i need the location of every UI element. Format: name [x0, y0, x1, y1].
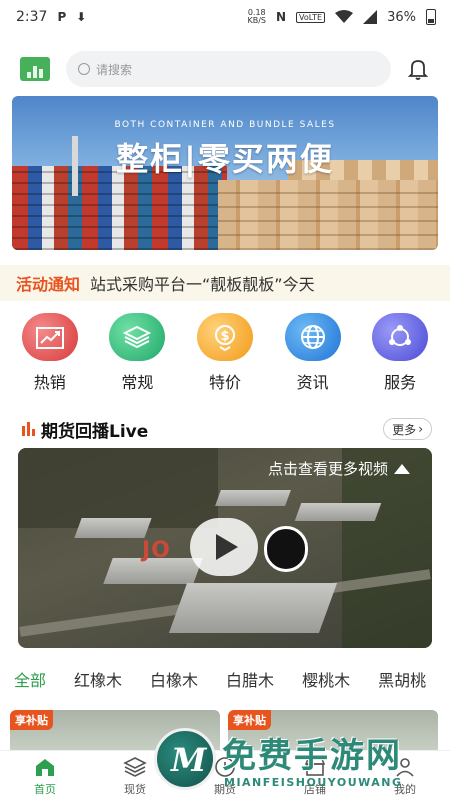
- activity-notice[interactable]: 活动通知 站式采购平台一“靓板靓板”今天: [0, 265, 450, 301]
- tab-red-oak[interactable]: 红橡木: [74, 667, 122, 691]
- live-section-title: 期货回播Live: [41, 421, 149, 442]
- play-button[interactable]: [190, 518, 258, 576]
- share-icon: [389, 325, 412, 346]
- warehouse-roof: [168, 583, 338, 633]
- video-brand-logo-icon: [264, 526, 308, 572]
- chevron-right-icon: ›: [418, 422, 423, 436]
- triangle-up-icon: [394, 463, 410, 474]
- store-icon: [304, 757, 326, 776]
- category-service[interactable]: 服务: [364, 313, 436, 393]
- warehouse-roof: [215, 490, 291, 506]
- network-speed-unit: KB/S: [247, 16, 266, 25]
- product-card[interactable]: 享补贴: [10, 710, 220, 750]
- search-icon: [78, 63, 90, 75]
- tab-white-ash[interactable]: 白腊木: [226, 667, 274, 691]
- banner-title: 整柜|零买两便: [116, 140, 334, 178]
- logo-bars-icon: [27, 66, 43, 78]
- category-regular[interactable]: 常规: [101, 313, 173, 393]
- category-special-price-circle: $: [196, 313, 253, 361]
- nav-store-label: 店铺: [304, 782, 326, 796]
- home-icon: [36, 758, 54, 776]
- clock-icon: [215, 756, 235, 777]
- promo-banner[interactable]: BOTH CONTAINER AND BUNDLE SALES 整柜|零买两便: [12, 96, 438, 250]
- nfc-icon: N: [276, 10, 287, 24]
- nav-home[interactable]: 首页: [5, 755, 85, 797]
- signal-icon: [363, 10, 378, 24]
- subsidy-badge: 享补贴: [228, 710, 271, 730]
- tab-black-walnut[interactable]: 黑胡桃: [378, 667, 426, 691]
- bell-icon[interactable]: [406, 57, 430, 81]
- volte-badge: VoLTE: [296, 11, 326, 23]
- category-special-price-label: 特价: [208, 373, 241, 392]
- app-logo[interactable]: [20, 57, 50, 81]
- parking-notification-icon: P: [57, 10, 67, 24]
- category-news-label: 资讯: [296, 373, 329, 392]
- tab-white-oak[interactable]: 白橡木: [150, 667, 198, 691]
- play-icon: [216, 534, 238, 560]
- more-videos-link[interactable]: 点击查看更多视频: [268, 458, 410, 479]
- category-service-label: 服务: [384, 373, 417, 392]
- live-video-player[interactable]: 点击查看更多视频 JO: [18, 448, 432, 648]
- banner-subtitle: BOTH CONTAINER AND BUNDLE SALES: [114, 120, 336, 130]
- category-news-circle: [284, 313, 341, 361]
- nav-mine-label: 我的: [394, 782, 416, 796]
- subsidy-badge: 享补贴: [10, 710, 53, 730]
- tab-all[interactable]: 全部: [14, 667, 46, 691]
- search-placeholder: 请搜索: [96, 62, 133, 77]
- notice-text: 站式采购平台一“靓板靓板”今天: [90, 275, 315, 294]
- nav-mine[interactable]: 我的: [365, 755, 445, 797]
- category-hot-circle: [21, 313, 78, 361]
- search-input[interactable]: 请搜索: [66, 51, 391, 87]
- more-videos-caption: 点击查看更多视频: [267, 460, 388, 478]
- nav-futures-label: 期货: [214, 782, 236, 796]
- warehouse-roof: [294, 503, 382, 521]
- live-section-header: 期货回播Live 更多 ›: [22, 416, 432, 442]
- status-bar: 2:37 P ⬇ 0.18 KB/S N VoLTE 36%: [0, 0, 450, 34]
- product-cards: 享补贴 享补贴: [10, 710, 450, 750]
- layers-icon: [123, 756, 147, 777]
- category-regular-label: 常规: [121, 373, 154, 392]
- category-hot[interactable]: 热销: [14, 313, 86, 393]
- user-icon: [396, 757, 414, 777]
- battery-percent: 36%: [387, 9, 416, 25]
- warehouse-roof: [74, 518, 152, 538]
- lumber-stack-image: [218, 180, 438, 250]
- category-special-price[interactable]: $ 特价: [189, 313, 261, 393]
- download-notification-icon: ⬇: [76, 10, 87, 24]
- video-field-area: [18, 448, 218, 528]
- header: 请搜索: [0, 50, 450, 88]
- video-brand-text: JO: [142, 538, 171, 563]
- wood-type-tabs: 全部 红橡木 白橡木 白腊木 樱桃木 黑胡桃: [0, 664, 450, 694]
- network-speed: 0.18 KB/S: [247, 9, 266, 25]
- wifi-icon: [335, 10, 354, 23]
- tab-cherry[interactable]: 樱桃木: [302, 667, 350, 691]
- live-bars-icon: [22, 422, 35, 436]
- more-button[interactable]: 更多 ›: [383, 418, 432, 440]
- nav-spot[interactable]: 现货: [95, 755, 175, 797]
- nav-spot-label: 现货: [124, 782, 146, 796]
- category-regular-circle: [109, 313, 166, 361]
- status-time: 2:37: [16, 9, 48, 25]
- layers-icon: [123, 325, 152, 349]
- category-grid: 热销 常规 $ 特价 资讯 服务: [0, 313, 450, 393]
- nav-futures[interactable]: 期货: [185, 755, 265, 797]
- battery-icon: [426, 9, 436, 25]
- category-service-circle: [372, 313, 429, 361]
- chart-up-icon: [35, 327, 64, 349]
- category-news[interactable]: 资讯: [277, 313, 349, 393]
- nav-store[interactable]: 店铺: [275, 755, 355, 797]
- category-hot-label: 热销: [33, 373, 66, 392]
- notice-tag: 活动通知: [16, 275, 81, 294]
- bottom-nav: 首页 现货 期货 店铺 我的: [0, 750, 450, 800]
- product-card[interactable]: 享补贴: [228, 710, 438, 750]
- nav-home-label: 首页: [34, 782, 56, 796]
- globe-icon: [300, 325, 325, 349]
- dollar-down-icon: $: [214, 325, 235, 351]
- more-button-label: 更多: [392, 422, 417, 437]
- svg-text:$: $: [220, 329, 229, 344]
